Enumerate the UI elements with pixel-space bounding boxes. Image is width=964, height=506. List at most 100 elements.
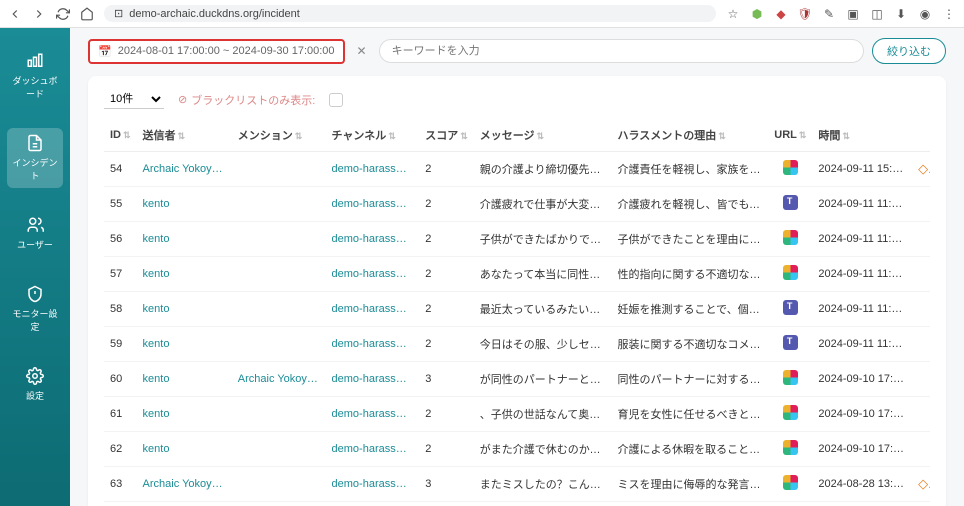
clear-date-button[interactable]: ✕ (353, 44, 371, 58)
url-bar[interactable]: ⊡ demo-archaic.duckdns.org/incident (104, 5, 716, 22)
th-time[interactable]: 時間⇅ (812, 119, 912, 152)
cell-sender[interactable]: kento (137, 187, 232, 222)
cell-mention[interactable]: Archaic Yokoyama (232, 362, 326, 397)
cell-sender[interactable]: kento (137, 222, 232, 257)
teams-icon[interactable] (783, 195, 798, 210)
home-icon[interactable] (80, 7, 94, 21)
cell-warn (912, 432, 930, 467)
cell-mention[interactable] (232, 152, 326, 187)
download-icon[interactable]: ⬇ (894, 7, 908, 21)
reload-icon[interactable] (56, 7, 70, 21)
cell-channel[interactable]: demo-harassment (326, 292, 420, 327)
th-score[interactable]: スコア⇅ (419, 119, 474, 152)
cell-reason: 妊娠を推測することで、個人のプライバシー… (611, 292, 768, 327)
cell-message: が同性のパートナーといるのを見たけど、ち… (474, 362, 612, 397)
blacklist-checkbox[interactable] (329, 93, 343, 107)
cell-message: またミスしたの？こんな簡単な仕事もできな… (474, 467, 612, 502)
slack-icon[interactable] (783, 440, 798, 455)
keyword-input[interactable] (379, 39, 864, 63)
table-row[interactable]: 59kentodemo-harassment2今日はその服、少しセクシーだね。服… (104, 327, 930, 362)
cell-score: 3 (419, 362, 474, 397)
table-row[interactable]: 63Archaic Yokoyamademo-harassment3またミスした… (104, 467, 930, 502)
ext2-icon[interactable]: ◆ (774, 7, 788, 21)
th-reason[interactable]: ハラスメントの理由⇅ (611, 119, 768, 152)
cell-sender[interactable]: Archaic Yokoyama (137, 467, 232, 502)
table-row[interactable]: 57kentodemo-harassment2あなたって本当に同性が好きなの？性… (104, 257, 930, 292)
forward-icon[interactable] (32, 7, 46, 21)
cell-sender[interactable]: kento (137, 432, 232, 467)
table-row[interactable]: 58kentodemo-harassment2最近太っているみたいだけど、もしか… (104, 292, 930, 327)
cell-reason: 同性のパートナーに対する差別的な発言であ… (611, 362, 768, 397)
ext5-icon[interactable]: ▣ (846, 7, 860, 21)
cell-channel[interactable]: demo-harassment (326, 187, 420, 222)
slack-icon[interactable] (783, 160, 798, 175)
ext6-icon[interactable]: ◫ (870, 7, 884, 21)
table-row[interactable]: 61kentodemo-harassment2、子供の世話なんて奥さんに任せて、… (104, 397, 930, 432)
cell-warn (912, 362, 930, 397)
slack-icon[interactable] (783, 265, 798, 280)
teams-icon[interactable] (783, 335, 798, 350)
cell-sender[interactable]: kento (137, 397, 232, 432)
cell-channel[interactable]: demo-harassment (326, 327, 420, 362)
th-message[interactable]: メッセージ⇅ (474, 119, 612, 152)
table-row[interactable]: 60kentoArchaic Yokoyamademo-harassment3が… (104, 362, 930, 397)
cell-mention[interactable] (232, 187, 326, 222)
cell-mention[interactable] (232, 397, 326, 432)
cell-channel[interactable]: demo-harassment (326, 432, 420, 467)
cell-time: 2024-09-11 11:38:03 (812, 222, 912, 257)
slack-icon[interactable] (783, 405, 798, 420)
cell-id: 54 (104, 152, 137, 187)
cell-sender[interactable]: Archaic Yokoyama (137, 152, 232, 187)
cell-channel[interactable]: demo-harassment (326, 222, 420, 257)
th-sender[interactable]: 送信者⇅ (137, 119, 232, 152)
th-id[interactable]: ID⇅ (104, 119, 137, 152)
cell-sender[interactable]: kento (137, 362, 232, 397)
sidebar-item-dashboard[interactable]: ダッシュボード (7, 46, 63, 106)
cell-channel[interactable]: demo-harassment (326, 257, 420, 292)
cell-mention[interactable] (232, 257, 326, 292)
sidebar-item-monitor[interactable]: モニター設定 (7, 279, 63, 339)
cell-sender[interactable]: kento (137, 292, 232, 327)
teams-icon[interactable] (783, 300, 798, 315)
slack-icon[interactable] (783, 230, 798, 245)
table-row[interactable]: 55kentodemo-harassment2介護疲れで仕事が大変だって？そんな… (104, 187, 930, 222)
sidebar-item-users[interactable]: ユーザー (7, 210, 63, 257)
cell-sender[interactable]: kento (137, 327, 232, 362)
cell-mention[interactable] (232, 292, 326, 327)
back-icon[interactable] (8, 7, 22, 21)
th-mention[interactable]: メンション⇅ (232, 119, 326, 152)
date-range-picker[interactable]: 📅 2024-08-01 17:00:00 ~ 2024-09-30 17:00… (88, 39, 345, 64)
cell-channel[interactable]: demo-harassment (326, 467, 420, 502)
cell-sender[interactable]: kento (137, 257, 232, 292)
cell-mention[interactable] (232, 467, 326, 502)
cell-reason: 育児を女性に任せるべきという偏見を含んで… (611, 397, 768, 432)
ext4-icon[interactable]: ✎ (822, 7, 836, 21)
slack-icon[interactable] (783, 370, 798, 385)
table-row[interactable]: 62kentodemo-harassment2がまた介護で休むのか。こっちは代わ… (104, 432, 930, 467)
cell-channel[interactable]: demo-harassment (326, 397, 420, 432)
page-size-select[interactable]: 10件 (104, 90, 164, 109)
filter-button[interactable]: 絞り込む (872, 38, 946, 64)
cell-message: 、子供の世話なんて奥さんに任せて、ちゃん… (474, 397, 612, 432)
profile-icon[interactable]: ◉ (918, 7, 932, 21)
th-channel[interactable]: チャンネル⇅ (326, 119, 420, 152)
cell-mention[interactable] (232, 327, 326, 362)
cell-mention[interactable] (232, 222, 326, 257)
cell-channel[interactable]: demo-harassment (326, 152, 420, 187)
sidebar-item-settings[interactable]: 設定 (7, 361, 63, 408)
cell-url (768, 467, 812, 502)
cell-mention[interactable] (232, 432, 326, 467)
table-row[interactable]: 54Archaic Yokoyamademo-harassment2親の介護より… (104, 152, 930, 187)
ext3-icon[interactable]: 🛡 (798, 7, 812, 21)
th-url[interactable]: URL⇅ (768, 119, 812, 152)
slack-icon[interactable] (783, 475, 798, 490)
cell-channel[interactable]: demo-harassment (326, 362, 420, 397)
star-icon[interactable]: ☆ (726, 7, 740, 21)
cell-message: 最近太っているみたいだけど、もしかして妊… (474, 292, 612, 327)
more-icon[interactable]: ⋮ (942, 7, 956, 21)
ext1-icon[interactable]: ⬢ (750, 7, 764, 21)
cell-url (768, 152, 812, 187)
cell-reason: 介護による休暇を取ることに対して迷惑だと… (611, 432, 768, 467)
table-row[interactable]: 56kentodemo-harassment2子供ができたばかりでしょ？仕事に集… (104, 222, 930, 257)
sidebar-item-incident[interactable]: インシデント (7, 128, 63, 188)
